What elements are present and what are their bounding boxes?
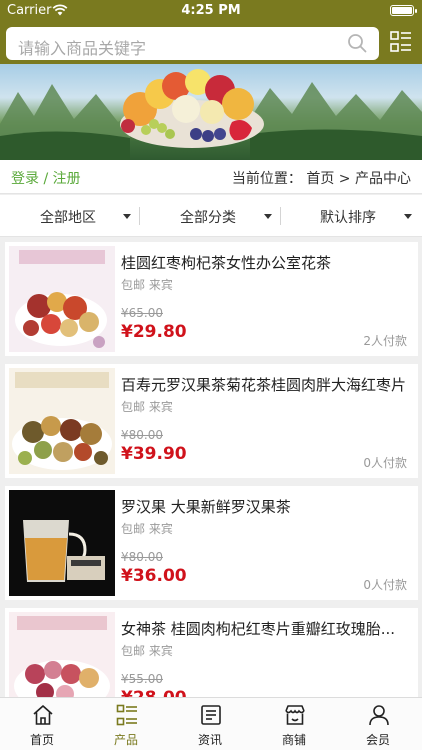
product-image[interactable] — [9, 368, 115, 474]
shop-icon — [285, 705, 305, 725]
breadcrumb-bar: 登录 / 注册 当前位置： 首页 > 产品中心 — [0, 160, 422, 194]
product-shipping: 包邮 来宾 — [121, 522, 173, 536]
breadcrumb[interactable]: 当前位置： 首页 > 产品中心 — [232, 168, 411, 188]
filter-bar: 全部地区 全部分类 默认排序 — [0, 195, 422, 237]
product-sold-count: 0人付款 — [363, 578, 407, 592]
product-sold-count: 0人付款 — [363, 456, 407, 470]
member-icon — [369, 705, 389, 726]
dropdown-arrow-icon — [404, 214, 412, 219]
filter-sort-label: 默认排序 — [320, 210, 376, 226]
home-icon — [33, 705, 53, 725]
product-list-icon — [116, 704, 137, 726]
product-card[interactable]: 女神茶 桂圆肉枸杞红枣片重瓣红玫瑰胎... 包邮 来宾 ¥55.00 ¥28.0… — [5, 608, 418, 697]
login-register-link[interactable]: 登录 / 注册 — [11, 168, 81, 188]
tab-member-label: 会员 — [365, 733, 390, 747]
filter-region-label: 全部地区 — [40, 210, 96, 226]
app-screen: Carrier 4:25 PM 请输入商品关键字 登录 / 注册 当前位置： 首… — [0, 0, 422, 750]
product-title[interactable]: 桂圆红枣枸杞茶女性办公室花茶 — [121, 252, 413, 273]
tab-news[interactable]: 资讯 — [168, 698, 252, 750]
product-price: ¥28.00 — [121, 688, 187, 697]
status-bar: Carrier 4:25 PM — [0, 0, 422, 22]
product-original-price: ¥55.00 — [121, 672, 163, 686]
product-title[interactable]: 百寿元罗汉果茶菊花茶桂圆肉胖大海红枣片 — [121, 374, 413, 395]
tab-products-label: 产品 — [113, 733, 138, 747]
tab-shop[interactable]: 商铺 — [252, 698, 336, 750]
product-shipping: 包邮 来宾 — [121, 644, 173, 658]
tab-home-label: 首页 — [29, 733, 54, 747]
divider — [139, 207, 140, 225]
filter-category-label: 全部分类 — [180, 210, 236, 226]
product-price: ¥29.80 — [121, 322, 187, 342]
product-image[interactable] — [9, 246, 115, 352]
product-price: ¥36.00 — [121, 566, 187, 586]
dropdown-arrow-icon — [123, 214, 131, 219]
product-title[interactable]: 女神茶 桂圆肉枸杞红枣片重瓣红玫瑰胎... — [121, 618, 413, 639]
clock: 4:25 PM — [181, 3, 241, 18]
dropdown-arrow-icon — [264, 214, 272, 219]
product-shipping: 包邮 来宾 — [121, 278, 173, 292]
header: Carrier 4:25 PM 请输入商品关键字 — [0, 0, 422, 64]
banner-image[interactable] — [0, 64, 422, 160]
battery-icon — [390, 5, 417, 16]
product-card[interactable]: 罗汉果 大果新鲜罗汉果茶 包邮 来宾 ¥80.00 ¥36.00 0人付款 — [5, 486, 418, 600]
fruit-banner-graphic — [0, 69, 422, 160]
tab-shop-label: 商铺 — [281, 733, 306, 747]
search-placeholder: 请输入商品关键字 — [18, 39, 147, 58]
news-icon — [201, 705, 221, 725]
product-card[interactable]: 桂圆红枣枸杞茶女性办公室花茶 包邮 来宾 ¥65.00 ¥29.80 2人付款 — [5, 242, 418, 356]
search-input[interactable]: 请输入商品关键字 — [6, 27, 379, 60]
filter-region[interactable]: 全部地区 — [0, 195, 140, 237]
product-shipping: 包邮 来宾 — [121, 400, 173, 414]
product-original-price: ¥65.00 — [121, 306, 163, 320]
tab-home[interactable]: 首页 — [0, 698, 84, 750]
filter-category[interactable]: 全部分类 — [141, 195, 281, 237]
search-icon[interactable] — [347, 33, 367, 53]
product-title[interactable]: 罗汉果 大果新鲜罗汉果茶 — [121, 496, 413, 517]
product-original-price: ¥80.00 — [121, 550, 163, 564]
filter-sort[interactable]: 默认排序 — [281, 195, 421, 237]
tab-products[interactable]: 产品 — [84, 698, 168, 750]
product-card[interactable]: 百寿元罗汉果茶菊花茶桂圆肉胖大海红枣片 包邮 来宾 ¥80.00 ¥39.90 … — [5, 364, 418, 478]
tab-member[interactable]: 会员 — [336, 698, 420, 750]
category-menu-icon[interactable] — [390, 31, 412, 53]
tab-news-label: 资讯 — [197, 733, 222, 747]
product-price: ¥39.90 — [121, 444, 187, 464]
product-image[interactable] — [9, 612, 115, 697]
tab-bar: 首页 产品 资讯 商铺 会员 — [0, 697, 422, 750]
product-image[interactable] — [9, 490, 115, 596]
product-list[interactable]: 桂圆红枣枸杞茶女性办公室花茶 包邮 来宾 ¥65.00 ¥29.80 2人付款 — [0, 239, 422, 697]
product-original-price: ¥80.00 — [121, 428, 163, 442]
product-sold-count: 2人付款 — [363, 334, 407, 348]
